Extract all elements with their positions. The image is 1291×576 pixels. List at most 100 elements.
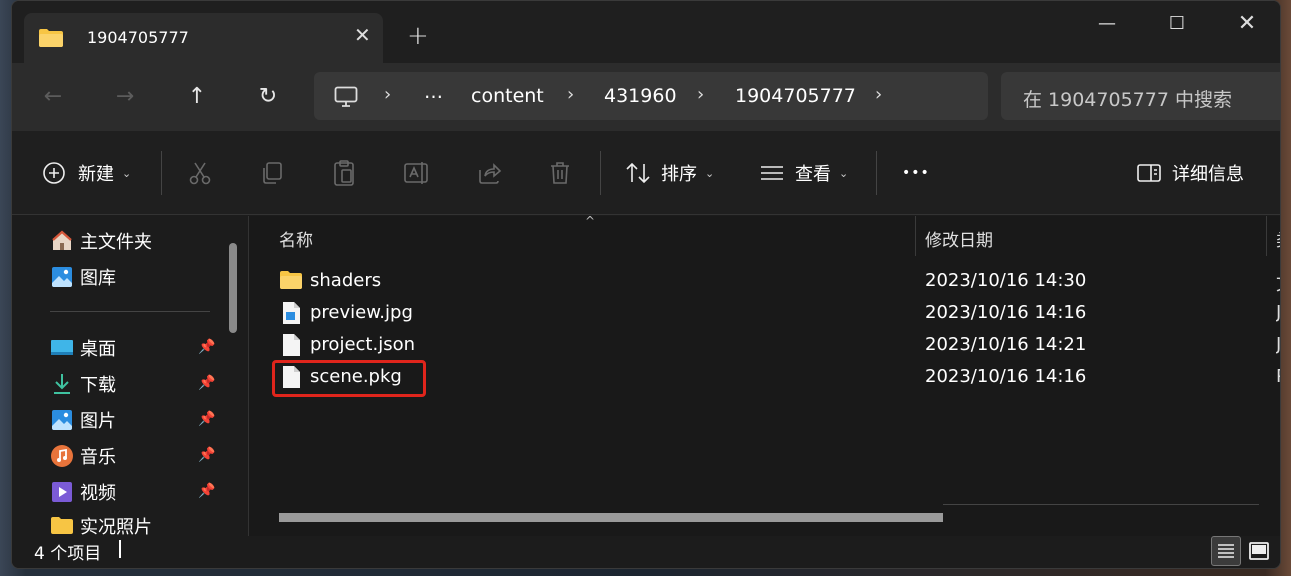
- new-label: 新建: [78, 164, 114, 185]
- table-row[interactable]: scene.pkg 2023/10/16 14:16 P: [279, 362, 1280, 392]
- tiles-view-icon: [1249, 542, 1269, 560]
- sidebar-item-label: 视频: [80, 483, 116, 504]
- sort-icon: [626, 162, 650, 184]
- navigation-bar: ← → ↑ ↻ › … content › 431960 › 190470577…: [12, 63, 1280, 131]
- column-divider[interactable]: [1266, 216, 1267, 256]
- file-type: J: [1276, 302, 1281, 323]
- breadcrumb-1904705777[interactable]: 1904705777: [735, 85, 856, 107]
- details-pane-icon: [1137, 164, 1161, 182]
- chevron-down-icon: ⌄: [839, 166, 849, 180]
- sidebar-item-gallery[interactable]: 图库: [50, 262, 116, 292]
- share-icon: [479, 163, 502, 184]
- view-button[interactable]: 查看 ⌄: [759, 157, 848, 189]
- file-date: 2023/10/16 14:16: [925, 302, 1087, 323]
- tab-close-button[interactable]: ✕: [354, 25, 371, 45]
- desktop-icon: [51, 340, 73, 355]
- chevron-right-icon[interactable]: ›: [875, 84, 882, 105]
- tiles-view-button[interactable]: [1244, 536, 1274, 566]
- videos-icon: [52, 482, 72, 502]
- rename-button[interactable]: [403, 157, 431, 189]
- breadcrumb-431960[interactable]: 431960: [604, 85, 677, 107]
- status-bar: 4 个项目: [12, 536, 1280, 568]
- close-window-button[interactable]: ✕: [1232, 11, 1262, 41]
- column-divider[interactable]: [915, 216, 916, 256]
- up-button[interactable]: ↑: [182, 83, 212, 113]
- toolbar-divider: [600, 151, 601, 195]
- sidebar-item-videos[interactable]: 视频: [50, 477, 116, 507]
- sidebar-item-label: 图片: [80, 411, 116, 432]
- folder-icon: [51, 517, 73, 534]
- breadcrumb-content[interactable]: content: [471, 85, 544, 107]
- details-pane-button[interactable]: 详细信息: [1136, 157, 1244, 189]
- clipboard-icon: [334, 160, 354, 186]
- breadcrumb-overflow[interactable]: …: [424, 81, 443, 103]
- sidebar-item-live-photos[interactable]: 实况照片: [50, 513, 152, 535]
- new-button[interactable]: 新建 ⌄: [42, 157, 131, 189]
- gallery-icon: [52, 267, 72, 287]
- file-type: 文: [1276, 270, 1280, 296]
- scissors-icon: [189, 162, 211, 185]
- item-count: 4 个项目: [34, 544, 102, 564]
- chevron-right-icon[interactable]: ›: [384, 84, 391, 105]
- new-tab-button[interactable]: +: [407, 23, 429, 49]
- table-row[interactable]: project.json 2023/10/16 14:21 J: [279, 330, 1280, 360]
- copy-button[interactable]: [259, 157, 285, 189]
- search-placeholder: 在 1904705777 中搜索: [1023, 89, 1232, 111]
- paste-button[interactable]: [331, 157, 357, 189]
- sidebar-item-desktop[interactable]: 桌面: [50, 333, 116, 363]
- sidebar-item-home[interactable]: 主文件夹: [50, 226, 152, 256]
- pin-icon: 📌: [198, 375, 216, 391]
- chevron-down-icon: ⌄: [122, 166, 132, 180]
- sidebar-item-label: 音乐: [80, 447, 116, 468]
- file-type: P: [1276, 366, 1280, 387]
- sidebar-item-pictures[interactable]: 图片: [50, 405, 116, 435]
- share-button[interactable]: [476, 157, 502, 189]
- pin-icon: 📌: [198, 411, 216, 427]
- tab-current[interactable]: 1904705777 ✕: [24, 13, 383, 63]
- column-header-modified[interactable]: 修改日期: [925, 226, 993, 251]
- file-name: project.json: [310, 334, 415, 355]
- sidebar-item-label: 图库: [80, 268, 116, 289]
- table-row[interactable]: preview.jpg 2023/10/16 14:16 J: [279, 298, 1281, 328]
- toolbar-divider: [876, 151, 877, 195]
- highlight-box: [272, 360, 426, 397]
- home-icon: [52, 230, 72, 250]
- list-view-icon: [1218, 544, 1234, 558]
- back-button[interactable]: ←: [38, 83, 68, 113]
- forward-button[interactable]: →: [110, 83, 140, 113]
- details-view-button[interactable]: [1211, 536, 1241, 566]
- folder-icon: [280, 271, 302, 289]
- pin-icon: 📌: [198, 447, 216, 463]
- sidebar-item-label: 实况照片: [80, 517, 152, 535]
- file-icon: [283, 334, 300, 356]
- delete-button[interactable]: [548, 157, 572, 189]
- computer-icon: [334, 86, 358, 112]
- plus-circle-icon: [43, 162, 65, 184]
- address-bar[interactable]: › … content › 431960 › 1904705777 ›: [314, 72, 988, 120]
- sidebar-item-label: 主文件夹: [80, 232, 152, 253]
- refresh-button[interactable]: ↻: [253, 83, 283, 113]
- sidebar-item-downloads[interactable]: 下载: [50, 369, 116, 399]
- tab-title: 1904705777: [87, 28, 189, 47]
- chevron-right-icon[interactable]: ›: [697, 84, 704, 105]
- sidebar-item-music[interactable]: 音乐: [50, 441, 116, 471]
- column-header-name[interactable]: 名称: [279, 226, 313, 251]
- pin-icon: 📌: [198, 339, 216, 355]
- chevron-right-icon[interactable]: ›: [567, 84, 574, 105]
- search-input[interactable]: 在 1904705777 中搜索: [1001, 72, 1280, 120]
- maximize-button[interactable]: ☐: [1162, 11, 1192, 41]
- copy-icon: [263, 162, 282, 184]
- view-icon: [761, 166, 783, 180]
- sort-ascending-icon: ^: [585, 214, 596, 228]
- sidebar-scrollbar[interactable]: [229, 243, 237, 333]
- more-options-button[interactable]: •••: [902, 157, 930, 189]
- column-header-type[interactable]: 类: [1276, 226, 1280, 251]
- title-bar: 1904705777 ✕ + — ☐ ✕: [12, 1, 1280, 63]
- cut-button[interactable]: [187, 157, 213, 189]
- minimize-button[interactable]: —: [1092, 11, 1122, 41]
- download-icon: [54, 374, 70, 394]
- horizontal-scrollbar[interactable]: [279, 513, 943, 522]
- sidebar-divider: [50, 311, 210, 312]
- sort-button[interactable]: 排序 ⌄: [625, 157, 714, 189]
- table-row[interactable]: shaders 2023/10/16 14:30 文: [279, 266, 1280, 296]
